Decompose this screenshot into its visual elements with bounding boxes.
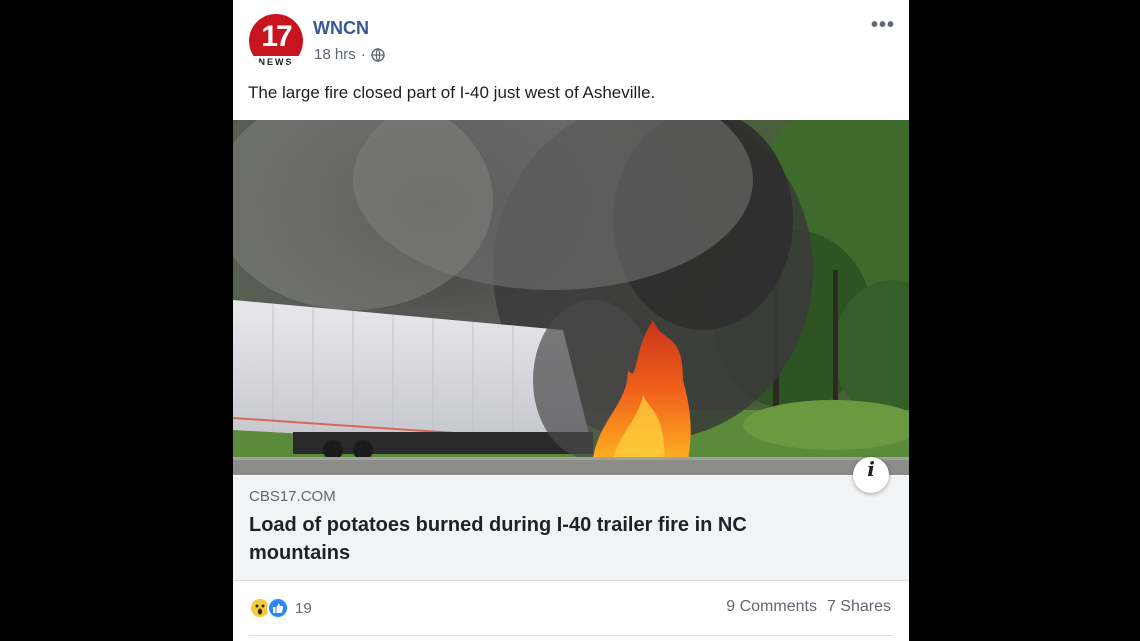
avatar-band-text: NEWS xyxy=(258,57,294,67)
page-avatar[interactable]: 17 NEWS xyxy=(249,14,303,68)
reactions-summary[interactable]: 19 xyxy=(249,597,312,619)
page-name-link[interactable]: WNCN xyxy=(313,18,369,39)
post-text: The large fire closed part of I-40 just … xyxy=(248,83,656,102)
info-icon[interactable]: i xyxy=(853,457,889,493)
truck-fire-photo xyxy=(233,120,909,475)
meta-separator: · xyxy=(360,46,366,63)
link-domain: CBS17.COM xyxy=(249,488,336,505)
link-preview-box[interactable]: CBS17.COM Load of potatoes burned during… xyxy=(233,476,909,581)
comments-count-link[interactable]: 9 Comments xyxy=(726,598,817,616)
post-time[interactable]: 18 hrs xyxy=(314,46,356,63)
reaction-count: 19 xyxy=(295,599,312,617)
shares-count-link[interactable]: 7 Shares xyxy=(827,598,891,616)
link-preview-image[interactable] xyxy=(233,120,909,475)
globe-icon xyxy=(371,47,385,62)
facebook-post-card: 17 NEWS WNCN 18 hrs · ••• The large fire… xyxy=(233,0,909,641)
like-reaction-icon xyxy=(267,597,289,619)
avatar-number: 17 xyxy=(261,20,292,53)
more-options-icon[interactable]: ••• xyxy=(871,14,895,37)
comment-share-counts: 9 Comments 7 Shares xyxy=(726,598,891,616)
link-title[interactable]: Load of potatoes burned during I-40 trai… xyxy=(249,511,809,567)
footer-divider xyxy=(249,635,893,636)
avatar-band: NEWS xyxy=(249,56,303,68)
engagement-bar: 19 9 Comments 7 Shares xyxy=(233,581,909,641)
post-meta: 18 hrs · xyxy=(314,46,385,63)
